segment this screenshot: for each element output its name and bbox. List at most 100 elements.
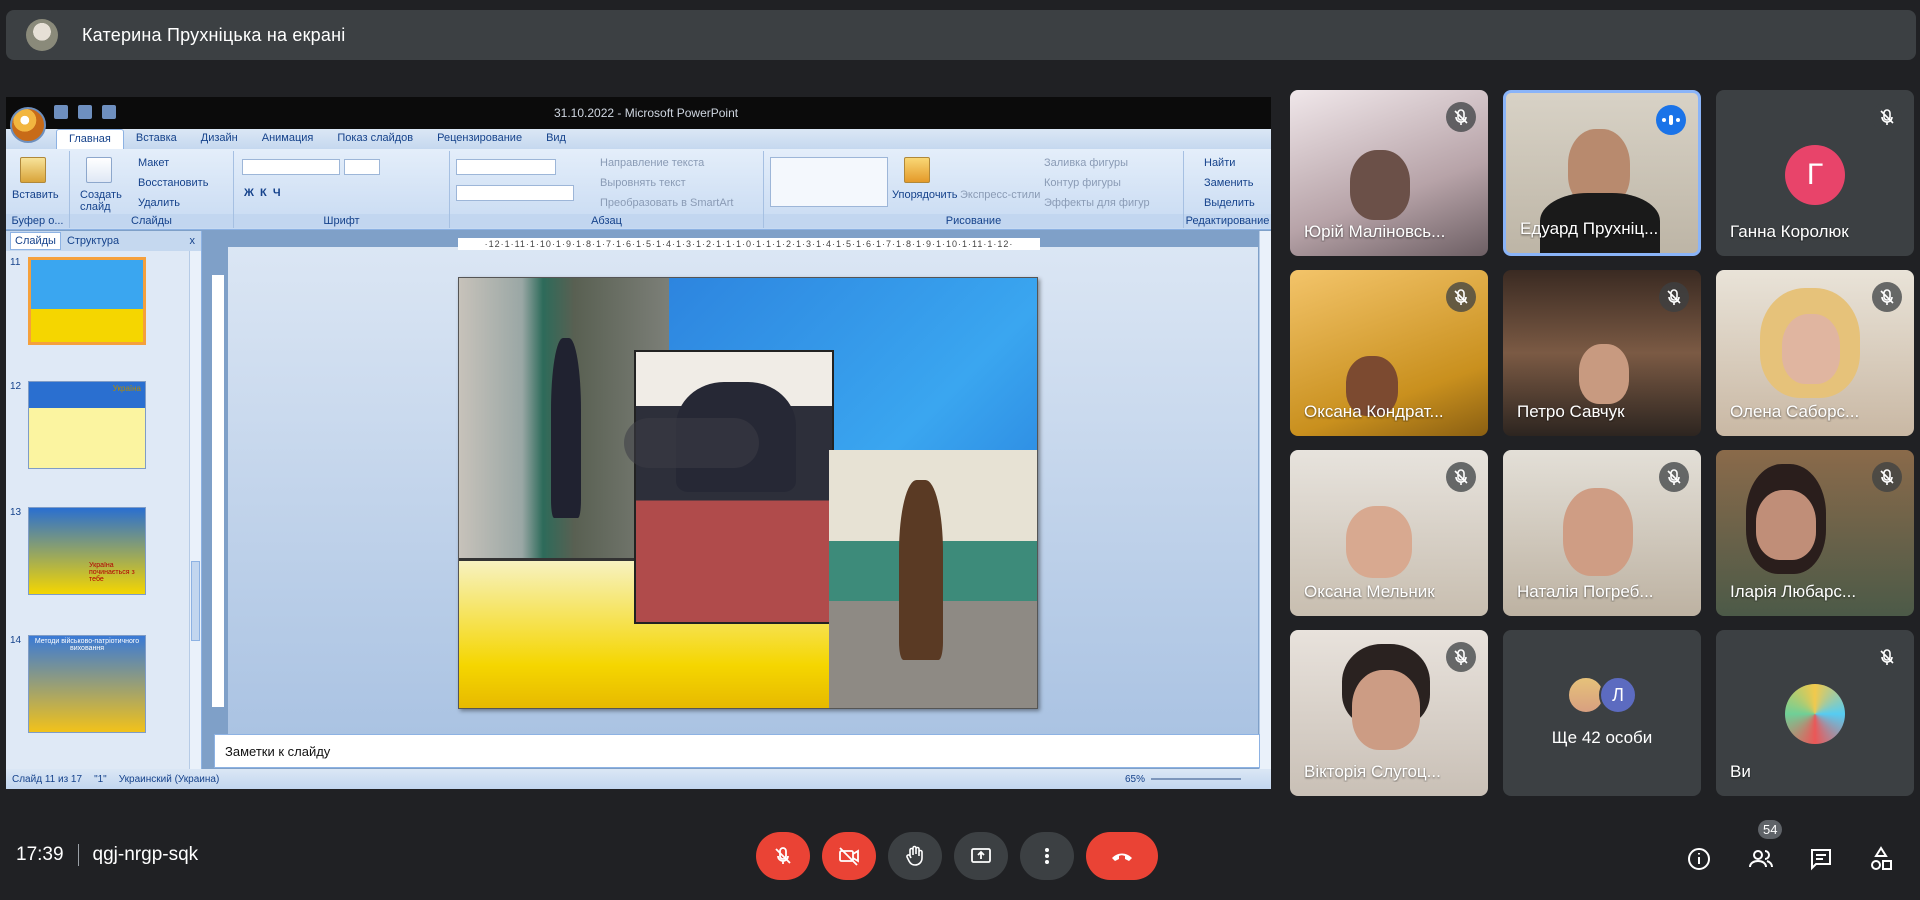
people-icon	[1749, 850, 1773, 868]
camera-off-icon	[839, 847, 859, 866]
more-options-button[interactable]	[1020, 832, 1074, 880]
font-group: ЖКЧ Шрифт	[234, 151, 450, 228]
vertical-ruler	[212, 275, 224, 707]
text-direction-button[interactable]: Направление текста	[600, 157, 704, 169]
slide-canvas[interactable]	[458, 277, 1038, 709]
paste-icon[interactable]	[20, 157, 46, 183]
activities-button[interactable]	[1864, 842, 1898, 876]
mic-toggle-button[interactable]	[756, 832, 810, 880]
info-icon	[1688, 848, 1710, 870]
tab-view[interactable]: Вид	[534, 129, 578, 149]
slide-notes[interactable]: Заметки к слайду	[214, 734, 1260, 768]
tab-design[interactable]: Дизайн	[189, 129, 250, 149]
shape-outline-button[interactable]: Контур фигуры	[1044, 177, 1121, 189]
participant-tile[interactable]: Петро Савчук	[1503, 270, 1701, 436]
call-controls	[756, 832, 1158, 880]
align-buttons[interactable]	[456, 185, 574, 201]
new-slide-icon[interactable]	[86, 157, 112, 183]
participant-tile[interactable]: Едуард Прухніц...	[1503, 90, 1701, 256]
quick-access-toolbar	[54, 105, 116, 119]
arrange-button[interactable]: Упорядочить	[892, 189, 957, 201]
new-slide-button[interactable]: Создать слайд	[80, 189, 122, 213]
shapes-gallery[interactable]	[770, 157, 888, 207]
replace-button[interactable]: Заменить	[1204, 177, 1253, 189]
activities-icon	[1871, 846, 1892, 870]
presenter-banner: Катерина Прухніцька на екрані	[6, 10, 1916, 60]
participant-video	[1579, 344, 1629, 404]
people-button[interactable]	[1744, 842, 1778, 876]
undo-icon[interactable]	[78, 105, 92, 119]
find-button[interactable]: Найти	[1204, 157, 1235, 169]
tab-animation[interactable]: Анимация	[250, 129, 326, 149]
participant-tile[interactable]: Оксана Кондрат...	[1290, 270, 1488, 436]
font-size-select[interactable]	[344, 159, 380, 175]
participant-video	[1352, 670, 1420, 750]
workspace-scrollbar[interactable]	[1259, 231, 1271, 771]
presentation-overlay-controls	[624, 418, 759, 468]
participant-tile[interactable]: Ви	[1716, 630, 1914, 796]
slide-thumbnail[interactable]: Методи військово-патріотичного виховання	[28, 635, 146, 733]
align-text-button[interactable]: Выровнять текст	[600, 177, 686, 189]
list-buttons[interactable]	[456, 159, 556, 175]
raise-hand-button[interactable]	[888, 832, 942, 880]
arrange-icon[interactable]	[904, 157, 930, 183]
present-screen-button[interactable]	[954, 832, 1008, 880]
speaking-indicator-icon	[1656, 105, 1686, 135]
zoom-level[interactable]: 65%	[1125, 774, 1145, 785]
tab-home[interactable]: Главная	[56, 129, 124, 149]
tab-slideshow[interactable]: Показ слайдов	[325, 129, 425, 149]
convert-smartart-button[interactable]: Преобразовать в SmartArt	[600, 197, 733, 209]
slides-pane: Слайды Структура x 11 12 Україна 13 Укра…	[6, 231, 202, 771]
participant-tile[interactable]: Іларія Любарс...	[1716, 450, 1914, 616]
quick-styles-button[interactable]: Экспресс-стили	[960, 189, 1040, 201]
paste-button[interactable]: Вставить	[12, 189, 59, 201]
slides-pane-tabs: Слайды Структура x	[6, 231, 201, 251]
save-icon[interactable]	[54, 105, 68, 119]
leave-call-button[interactable]	[1086, 832, 1158, 880]
tab-review[interactable]: Рецензирование	[425, 129, 534, 149]
participant-tile[interactable]: Вікторія Слугоц...	[1290, 630, 1488, 796]
tab-slides[interactable]: Слайды	[10, 232, 61, 250]
tab-insert[interactable]: Вставка	[124, 129, 189, 149]
camera-toggle-button[interactable]	[822, 832, 876, 880]
font-format-buttons[interactable]: ЖКЧ	[244, 187, 287, 199]
tab-outline[interactable]: Структура	[67, 235, 119, 247]
language-indicator[interactable]: Украинский (Украина)	[119, 774, 220, 785]
slides-pane-scrollbar[interactable]	[189, 251, 201, 771]
delete-slide-button[interactable]: Удалить	[138, 197, 180, 209]
student-figure	[551, 338, 581, 518]
participant-tile[interactable]: Олена Саборс...	[1716, 270, 1914, 436]
participant-name: Петро Савчук	[1517, 402, 1625, 421]
participant-name: Оксана Мельник	[1304, 582, 1435, 601]
participant-name: Іларія Любарс...	[1730, 582, 1857, 601]
slide-thumbnail[interactable]	[28, 257, 146, 345]
shape-fill-button[interactable]: Заливка фигуры	[1044, 157, 1128, 169]
slide-thumbnail[interactable]: Україна	[28, 381, 146, 469]
redo-icon[interactable]	[102, 105, 116, 119]
zoom-control[interactable]: 65%	[1125, 774, 1241, 785]
shape-effects-button[interactable]: Эффекты для фигур	[1044, 197, 1150, 209]
meeting-time: 17:39	[16, 844, 64, 865]
participant-tile[interactable]: Оксана Мельник	[1290, 450, 1488, 616]
participant-tile[interactable]: Юрій Маліновсь...	[1290, 90, 1488, 256]
present-icon	[971, 848, 991, 863]
layout-button[interactable]: Макет	[138, 157, 169, 169]
scroll-thumb[interactable]	[191, 561, 200, 641]
participant-video	[1782, 314, 1840, 384]
font-group-label: Шрифт	[234, 214, 449, 228]
chat-button[interactable]	[1804, 842, 1838, 876]
slide-thumbnail[interactable]: Україна починається з тебе	[28, 507, 146, 595]
more-participants-tile[interactable]: Л Ще 42 особи	[1503, 630, 1701, 796]
meeting-info: 17:39 qgj-nrgp-sqk	[16, 844, 198, 866]
theme-name: "1"	[94, 773, 107, 785]
reset-button[interactable]: Восстановить	[138, 177, 208, 189]
participant-video	[1563, 488, 1633, 576]
font-name-select[interactable]	[242, 159, 340, 175]
participant-tile[interactable]: Наталія Погреб...	[1503, 450, 1701, 616]
select-button[interactable]: Выделить	[1204, 197, 1255, 209]
office-button[interactable]	[10, 107, 46, 143]
close-pane-icon[interactable]: x	[190, 235, 196, 247]
zoom-slider[interactable]	[1151, 778, 1241, 780]
meeting-details-button[interactable]	[1682, 842, 1716, 876]
participant-tile[interactable]: Г Ганна Королюк	[1716, 90, 1914, 256]
